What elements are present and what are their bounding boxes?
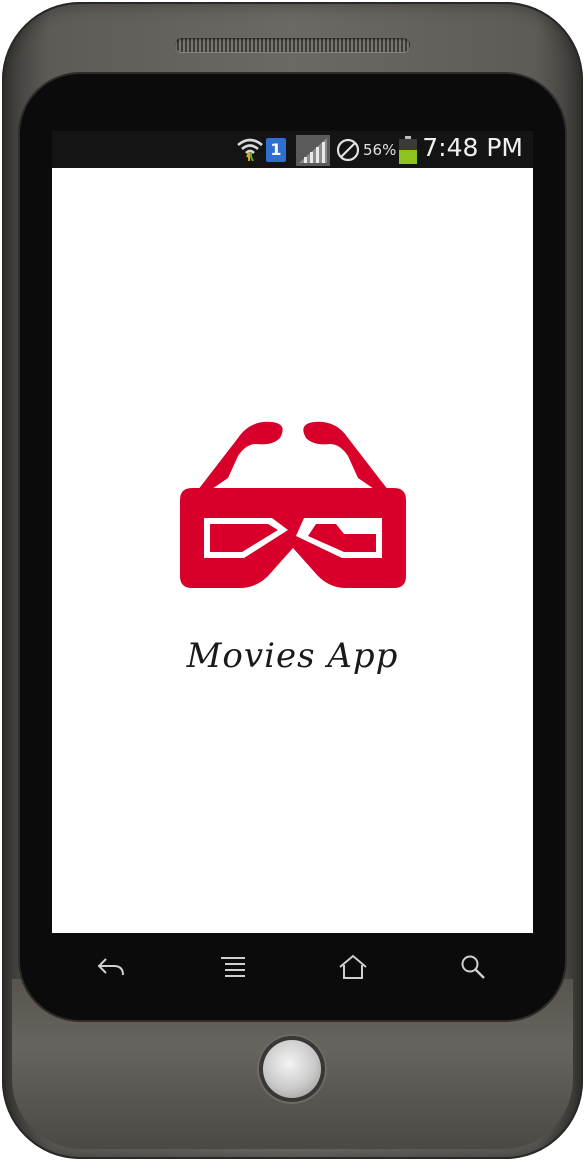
do-not-disturb-icon (336, 138, 360, 166)
app-screen: Movies App (52, 168, 533, 933)
search-button[interactable] (450, 947, 496, 991)
battery-icon (399, 136, 417, 168)
wifi-icon (236, 136, 264, 166)
sim-card-icon: 1 (266, 138, 286, 162)
status-time: 7:48 PM (422, 133, 523, 162)
menu-button[interactable] (210, 947, 256, 991)
signal-icon (296, 135, 330, 170)
app-title: Movies App (186, 636, 399, 676)
3d-glasses-icon (180, 416, 406, 593)
back-button[interactable] (88, 947, 134, 991)
menu-icon (220, 955, 246, 984)
earpiece-speaker (175, 38, 410, 52)
battery-percent: 56% (363, 141, 397, 159)
navigation-bar (52, 933, 533, 1003)
back-icon (96, 956, 126, 983)
home-icon (338, 954, 368, 985)
status-bar: 1 56% 7:48 PM (52, 131, 533, 168)
hardware-home-button[interactable] (263, 1040, 321, 1098)
search-icon (460, 954, 486, 985)
home-nav-button[interactable] (330, 947, 376, 991)
